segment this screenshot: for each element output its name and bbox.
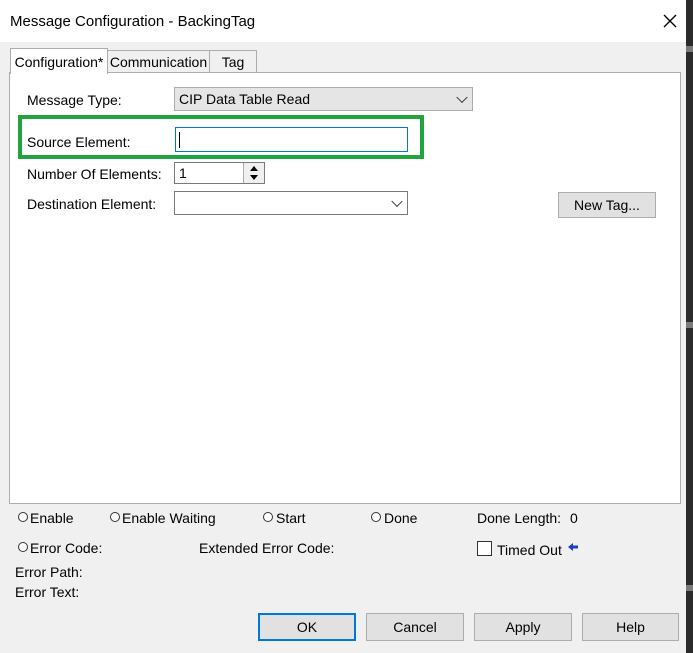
destination-element-label: Destination Element: [27,196,157,212]
tab-configuration[interactable]: Configuration* [10,48,108,74]
spin-down-button[interactable] [244,173,264,183]
extended-error-code-label: Extended Error Code: [199,540,335,556]
num-elements-stepper[interactable]: 1 [174,162,265,184]
text-caret [179,132,180,148]
arrow-left-icon [568,543,578,551]
ok-label: OK [296,619,318,635]
tab-communication[interactable]: Communication [106,50,211,73]
done-length-label: Done Length: [477,510,562,526]
cancel-label: Cancel [393,619,437,635]
timed-out-label: Timed Out [497,542,562,558]
new-tag-button[interactable]: New Tag... [558,192,656,218]
triangle-down-icon [250,175,258,180]
close-icon [663,14,677,28]
message-type-select[interactable]: CIP Data Table Read [174,87,473,111]
triangle-up-icon [250,166,258,171]
enable-indicator [18,512,28,522]
cancel-button[interactable]: Cancel [366,613,464,641]
spin-arrows-icon [243,163,264,183]
help-label: Help [616,619,645,635]
done-label: Done [384,510,418,526]
error-code-indicator [18,542,28,552]
num-elements-value: 1 [179,165,187,181]
tab-label: Configuration* [14,53,104,70]
window-title: Message Configuration - BackingTag [10,13,256,30]
start-label: Start [276,510,306,526]
new-tag-label: New Tag... [574,197,640,213]
enable-waiting-indicator [110,512,120,522]
enable-label: Enable [30,510,74,526]
source-element-label: Source Element: [27,134,131,150]
timed-out-checkbox[interactable] [477,541,492,556]
start-indicator [263,512,273,522]
background-window-edge [686,0,693,653]
done-length-value: 0 [570,510,578,526]
apply-button[interactable]: Apply [474,613,572,641]
ok-button[interactable]: OK [258,613,356,641]
message-type-value: CIP Data Table Read [179,91,311,107]
tab-tag[interactable]: Tag [209,50,257,73]
num-elements-label: Number Of Elements: [27,166,162,182]
error-text-label: Error Text: [15,584,80,600]
close-button[interactable] [650,2,690,40]
error-path-label: Error Path: [15,564,83,580]
tab-label: Tag [221,54,245,70]
tab-label: Communication [109,54,208,70]
apply-label: Apply [505,619,541,635]
done-indicator [371,512,381,522]
title-bar: Message Configuration - BackingTag [0,0,693,42]
chevron-down-icon [456,91,468,104]
enable-waiting-label: Enable Waiting [122,510,216,526]
chevron-down-icon [391,195,403,208]
source-element-input[interactable] [175,127,408,152]
destination-element-select[interactable] [174,191,408,215]
message-type-label: Message Type: [27,92,122,108]
help-button[interactable]: Help [582,613,679,641]
error-code-label: Error Code: [30,540,103,556]
